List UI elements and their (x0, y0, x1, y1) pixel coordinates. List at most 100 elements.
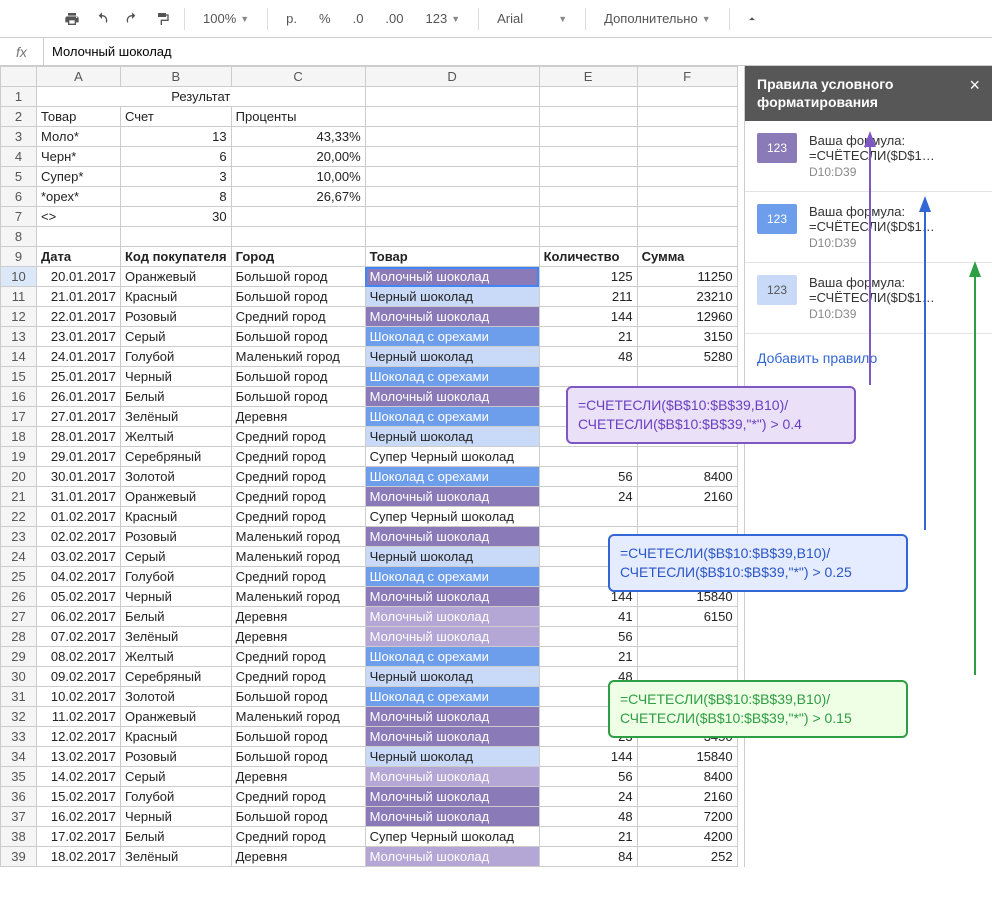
row-header[interactable]: 20 (1, 467, 37, 487)
cell[interactable]: Молочный шоколад (365, 267, 539, 287)
cell[interactable] (365, 147, 539, 167)
row-header[interactable]: 35 (1, 767, 37, 787)
cell[interactable] (637, 227, 737, 247)
cell[interactable]: 8400 (637, 467, 737, 487)
cell[interactable]: 23.01.2017 (37, 327, 121, 347)
cell[interactable]: 3150 (637, 327, 737, 347)
cell[interactable]: Средний город (231, 827, 365, 847)
cell[interactable]: Зелёный (121, 847, 232, 867)
cell[interactable] (637, 167, 737, 187)
cell[interactable]: 2160 (637, 787, 737, 807)
row-header[interactable]: 9 (1, 247, 37, 267)
cell[interactable] (539, 187, 637, 207)
more-dropdown[interactable]: Дополнительно▼ (594, 5, 721, 33)
cell[interactable] (539, 127, 637, 147)
row-header[interactable]: 32 (1, 707, 37, 727)
cell[interactable]: Молочный шоколад (365, 627, 539, 647)
cell[interactable]: Средний город (231, 447, 365, 467)
cell[interactable]: Счет (121, 107, 232, 127)
cell[interactable] (637, 387, 737, 407)
cell[interactable]: Результат (37, 87, 366, 107)
cell[interactable] (637, 567, 737, 587)
add-rule-link[interactable]: Добавить правило (745, 334, 992, 382)
row-header[interactable]: 15 (1, 367, 37, 387)
cell[interactable]: Голубой (121, 347, 232, 367)
row-header[interactable]: 17 (1, 407, 37, 427)
cell[interactable]: 23210 (637, 287, 737, 307)
paint-format-icon[interactable] (148, 5, 176, 33)
cell[interactable]: Количество (539, 247, 637, 267)
cell[interactable]: 155 (539, 707, 637, 727)
cell[interactable] (539, 87, 637, 107)
cell[interactable]: *орех* (37, 187, 121, 207)
spreadsheet-grid[interactable]: A B C D E F 1Результат2ТоварСчетПроценты… (0, 66, 738, 867)
cell[interactable] (539, 567, 637, 587)
cell[interactable]: Моло* (37, 127, 121, 147)
cell[interactable] (365, 87, 539, 107)
cell[interactable]: 04.02.2017 (37, 567, 121, 587)
cell[interactable]: 3450 (637, 727, 737, 747)
row-header[interactable]: 12 (1, 307, 37, 327)
cell[interactable]: 21 (539, 647, 637, 667)
cell[interactable]: 11.02.2017 (37, 707, 121, 727)
cell[interactable]: 03.02.2017 (37, 547, 121, 567)
cell[interactable]: 11250 (637, 267, 737, 287)
cell[interactable]: 05.02.2017 (37, 587, 121, 607)
cell[interactable] (637, 547, 737, 567)
cell[interactable]: Шоколад с орехами (365, 567, 539, 587)
row-header[interactable]: 26 (1, 587, 37, 607)
number-format-dropdown[interactable]: 123▼ (416, 5, 471, 33)
cell[interactable]: Шоколад с орехами (365, 647, 539, 667)
cell[interactable] (539, 407, 637, 427)
cell[interactable]: Молочный шоколад (365, 807, 539, 827)
cell[interactable]: Большой город (231, 327, 365, 347)
row-header[interactable]: 36 (1, 787, 37, 807)
cell[interactable]: <> (37, 207, 121, 227)
cell[interactable]: Сумма (637, 247, 737, 267)
cell[interactable]: Молочный шоколад (365, 387, 539, 407)
cell[interactable]: 48 (539, 667, 637, 687)
zoom-dropdown[interactable]: 100%▼ (193, 5, 259, 33)
cell[interactable] (637, 207, 737, 227)
cell[interactable]: Желтый (121, 427, 232, 447)
cell[interactable]: Шоколад с орехами (365, 687, 539, 707)
cell[interactable]: Белый (121, 607, 232, 627)
cell[interactable]: Красный (121, 727, 232, 747)
cell[interactable] (539, 207, 637, 227)
cell[interactable]: 01.02.2017 (37, 507, 121, 527)
cell[interactable] (637, 427, 737, 447)
cell[interactable]: 3 (121, 167, 232, 187)
cell[interactable]: Молочный шоколад (365, 307, 539, 327)
cell[interactable]: 21.01.2017 (37, 287, 121, 307)
cell[interactable]: Проценты (231, 107, 365, 127)
currency-button[interactable]: р. (276, 5, 307, 33)
cell[interactable]: 144 (539, 307, 637, 327)
cell[interactable]: Средний город (231, 787, 365, 807)
cell[interactable]: Большой город (231, 287, 365, 307)
cell[interactable]: Черный (121, 807, 232, 827)
row-header[interactable]: 3 (1, 127, 37, 147)
cell[interactable]: Черный шоколад (365, 347, 539, 367)
cell[interactable]: Молочный шоколад (365, 727, 539, 747)
cell[interactable]: Розовый (121, 307, 232, 327)
cell[interactable]: Золотой (121, 467, 232, 487)
cell[interactable]: 6 (121, 147, 232, 167)
row-header[interactable]: 5 (1, 167, 37, 187)
cell[interactable]: Шоколад с орехами (365, 367, 539, 387)
cell[interactable] (637, 447, 737, 467)
row-header[interactable]: 39 (1, 847, 37, 867)
row-header[interactable]: 27 (1, 607, 37, 627)
cell[interactable]: Черн* (37, 147, 121, 167)
row-header[interactable]: 6 (1, 187, 37, 207)
cell[interactable]: 27.01.2017 (37, 407, 121, 427)
cell[interactable]: Средний город (231, 487, 365, 507)
cell[interactable]: Серый (121, 547, 232, 567)
cell[interactable]: Средний город (231, 427, 365, 447)
col-header-F[interactable]: F (637, 67, 737, 87)
collapse-toolbar-icon[interactable] (738, 5, 766, 33)
cell[interactable]: 2160 (637, 487, 737, 507)
cell[interactable]: Средний город (231, 307, 365, 327)
row-header[interactable]: 8 (1, 227, 37, 247)
cell[interactable] (365, 227, 539, 247)
cell[interactable]: 4200 (637, 827, 737, 847)
